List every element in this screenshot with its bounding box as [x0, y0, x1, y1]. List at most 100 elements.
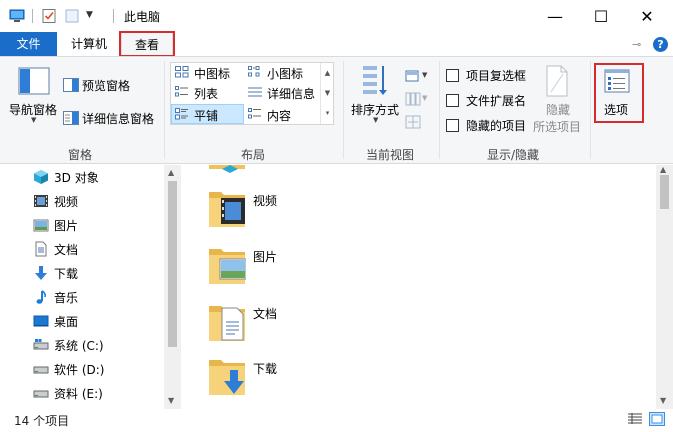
file-extensions-label[interactable]: 文件扩展名: [466, 92, 526, 109]
folder-label-downloads: 下载: [253, 362, 278, 376]
maximize-button[interactable]: ☐: [578, 0, 624, 32]
nav-item-pictures[interactable]: 图片: [33, 213, 78, 237]
details-pane-button[interactable]: 详细信息窗格: [82, 110, 154, 127]
drive-icon: [33, 390, 49, 398]
layout-gallery-scroll[interactable]: ▲ ▼ ▾: [320, 63, 333, 124]
layout-list[interactable]: 列表: [194, 85, 218, 102]
nav-item-music[interactable]: 音乐: [33, 285, 78, 309]
window-title: 此电脑: [124, 10, 161, 24]
close-button[interactable]: ✕: [624, 0, 670, 32]
file-list-scroll-up[interactable]: ▲: [660, 165, 666, 174]
details-view-toggle-icon[interactable]: [627, 412, 643, 426]
layout-medium-icons[interactable]: 中图标: [194, 65, 230, 82]
layout-small-icons[interactable]: 小图标: [267, 65, 303, 82]
nav-item-label: 图片: [54, 218, 79, 233]
details-pane-icon[interactable]: [63, 111, 79, 125]
hidden-items-checkbox[interactable]: [446, 119, 459, 132]
group-separator: [439, 61, 440, 159]
preview-pane-icon[interactable]: [63, 78, 79, 92]
drive-icon: [33, 366, 49, 374]
folder-label-pictures: 图片: [253, 250, 278, 264]
group-separator: [164, 61, 165, 159]
content-icon: [248, 108, 261, 119]
videos-icon: [34, 195, 48, 207]
large-icons-view-toggle-icon[interactable]: [649, 412, 665, 426]
small-icons-icon: [248, 66, 260, 77]
item-checkboxes-label[interactable]: 项目复选框: [466, 67, 526, 84]
sort-by-icon[interactable]: [360, 64, 390, 98]
pictures-icon: [33, 219, 49, 232]
nav-scroll-down[interactable]: ▼: [168, 396, 174, 405]
nav-item-label: 资料 (E:): [54, 386, 103, 401]
nav-scroll-thumb[interactable]: [168, 181, 177, 347]
3d-objects-folder-icon[interactable]: [208, 165, 246, 177]
list-icon: [175, 86, 188, 97]
layout-tiles[interactable]: 平铺: [194, 107, 218, 124]
nav-pane-dropdown-icon[interactable]: ▼: [31, 116, 36, 124]
downloads-icon: [35, 266, 47, 280]
highlight-view-tab: [119, 31, 175, 57]
hide-selected-line1: 隐藏: [546, 103, 571, 117]
nav-item-label: 音乐: [54, 290, 79, 305]
nav-item-label: 系统 (C:): [54, 338, 104, 353]
properties-icon[interactable]: [41, 8, 57, 24]
nav-item-label: 软件 (D:): [54, 362, 105, 377]
tab-computer[interactable]: 计算机: [62, 32, 116, 56]
nav-item-drive-e[interactable]: 资料 (E:): [33, 381, 103, 405]
nav-item-label: 3D 对象: [54, 170, 99, 185]
music-icon: [36, 290, 46, 304]
minimize-button[interactable]: —: [532, 0, 578, 32]
nav-item-drive-d[interactable]: 软件 (D:): [33, 357, 104, 381]
desktop-icon: [33, 315, 49, 327]
nav-item-documents[interactable]: 文档: [33, 237, 78, 261]
group-separator: [590, 61, 591, 159]
layout-expand[interactable]: ▾: [321, 103, 334, 123]
group-by-icon[interactable]: [405, 69, 421, 83]
nav-item-3d-objects[interactable]: 3D 对象: [33, 165, 99, 189]
this-pc-icon[interactable]: [9, 8, 25, 24]
pin-ribbon-icon[interactable]: ⊸: [632, 38, 641, 51]
help-icon[interactable]: ?: [653, 37, 668, 52]
group-label-current-view: 当前视图: [366, 148, 415, 162]
add-columns-dropdown-icon: ▼: [422, 94, 428, 102]
new-folder-icon[interactable]: [64, 8, 80, 24]
documents-folder-icon: [209, 306, 245, 341]
highlight-options-button: [594, 63, 644, 123]
group-label-panes: 窗格: [68, 148, 93, 162]
videos-folder-icon: [209, 192, 245, 227]
nav-item-downloads[interactable]: 下载: [33, 261, 78, 285]
tiles-icon: [175, 108, 188, 120]
nav-item-label: 下载: [54, 266, 79, 281]
group-label-show-hide: 显示/隐藏: [487, 148, 540, 162]
nav-scroll-up[interactable]: ▲: [168, 168, 174, 177]
sort-by-dropdown-icon[interactable]: ▼: [373, 116, 378, 124]
documents-icon: [35, 241, 47, 257]
nav-item-label: 文档: [54, 242, 79, 257]
nav-item-drive-c[interactable]: 系统 (C:): [33, 333, 104, 357]
preview-pane-button[interactable]: 预览窗格: [82, 77, 130, 94]
navigation-pane-icon[interactable]: [18, 67, 50, 95]
layout-content[interactable]: 内容: [267, 107, 291, 124]
size-columns-icon: [405, 115, 421, 129]
customize-qat-dropdown[interactable]: ▼: [86, 10, 93, 20]
file-list-scroll-down[interactable]: ▼: [660, 396, 666, 405]
nav-item-desktop[interactable]: 桌面: [33, 309, 78, 333]
hide-selected-line2: 所选项目: [533, 120, 582, 134]
layout-scroll-down[interactable]: ▼: [321, 83, 334, 103]
nav-item-label: 桌面: [54, 314, 79, 329]
group-by-dropdown-icon[interactable]: ▼: [422, 71, 427, 79]
title-separator: [113, 9, 114, 23]
hide-selected-items-icon: [546, 65, 568, 97]
nav-item-videos[interactable]: 视频: [33, 189, 78, 213]
folder-label-documents: 文档: [253, 307, 278, 321]
medium-icons-icon: [175, 66, 189, 78]
group-separator: [343, 61, 344, 159]
quick-access-separator: [32, 9, 33, 23]
item-checkboxes-checkbox[interactable]: [446, 69, 459, 82]
file-list-scroll-thumb[interactable]: [660, 175, 669, 209]
file-extensions-checkbox[interactable]: [446, 94, 459, 107]
layout-scroll-up[interactable]: ▲: [321, 63, 334, 83]
tab-file[interactable]: 文件: [0, 32, 57, 56]
hidden-items-label[interactable]: 隐藏的项目: [466, 117, 526, 134]
layout-details[interactable]: 详细信息: [267, 85, 315, 102]
